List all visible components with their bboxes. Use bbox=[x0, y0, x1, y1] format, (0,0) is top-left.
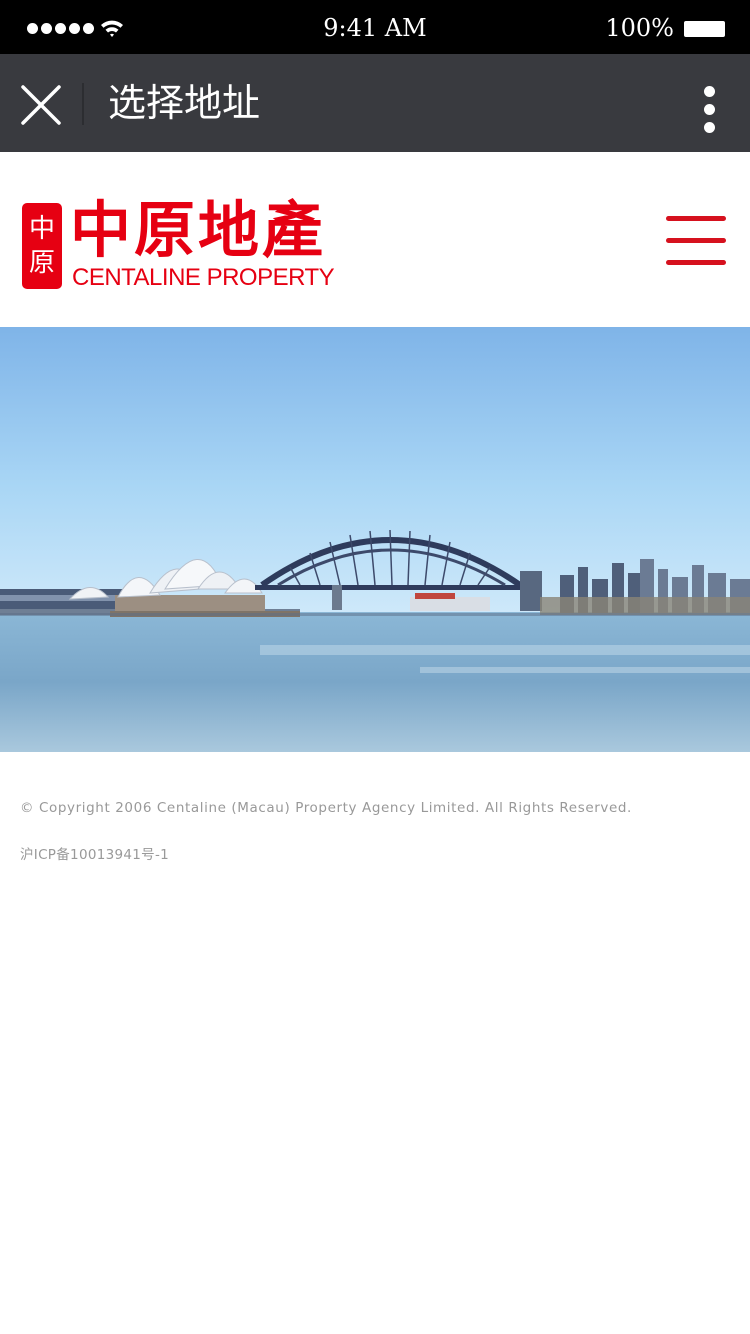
logo-seal: 中原 bbox=[22, 203, 62, 289]
banner-illustration bbox=[0, 327, 750, 752]
battery-percentage: 100% bbox=[605, 14, 674, 42]
copyright-text: © Copyright 2006 Centaline (Macau) Prope… bbox=[20, 800, 632, 816]
site-header: 中原 中原地產 CENTALINE PROPERTY bbox=[0, 152, 750, 327]
nav-bar: 选择地址 bbox=[0, 54, 750, 152]
battery-icon bbox=[684, 21, 725, 37]
sydney-harbour-banner-image[interactable] bbox=[0, 327, 750, 752]
hamburger-menu-icon[interactable] bbox=[666, 216, 726, 266]
close-icon[interactable] bbox=[18, 82, 64, 128]
icp-license-text[interactable]: 沪ICP备10013941号-1 bbox=[20, 843, 169, 863]
centaline-logo[interactable]: 中原 中原地產 CENTALINE PROPERTY bbox=[22, 195, 335, 292]
logo-name-en: CENTALINE PROPERTY bbox=[72, 264, 335, 291]
page-title: 选择地址 bbox=[108, 81, 261, 125]
logo-name-cn: 中原地產 bbox=[70, 195, 327, 266]
status-bar: 9:41 AM 100% bbox=[0, 0, 750, 54]
nav-divider bbox=[82, 83, 84, 125]
more-vertical-icon[interactable] bbox=[690, 80, 728, 133]
